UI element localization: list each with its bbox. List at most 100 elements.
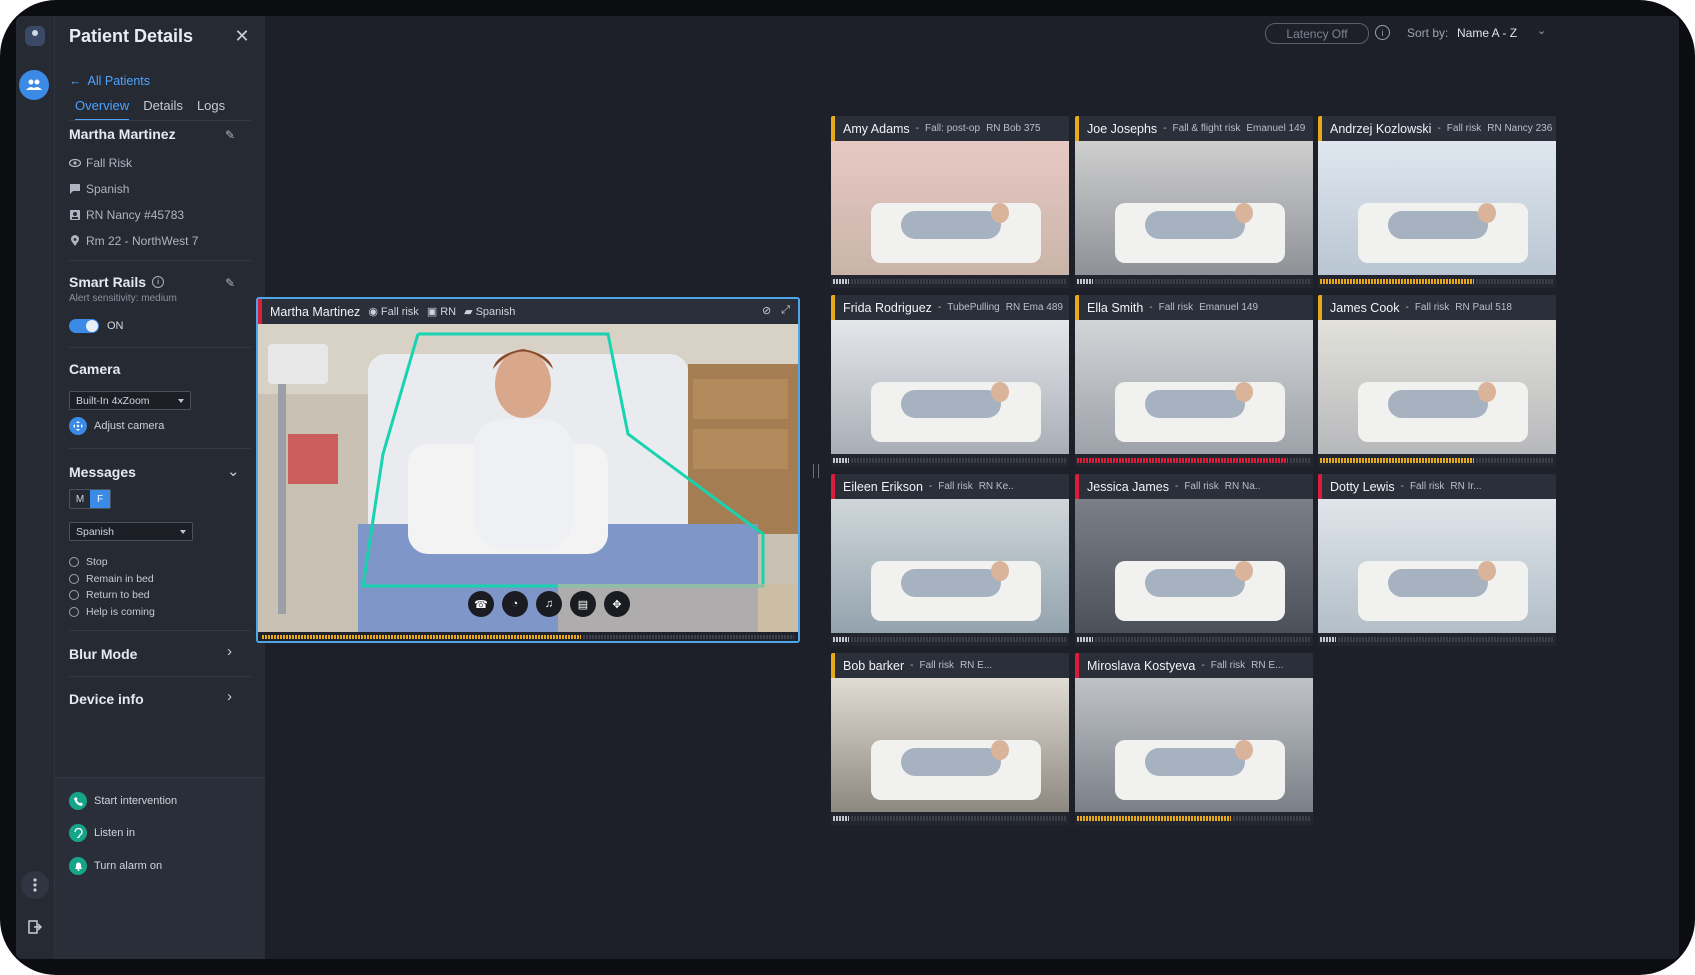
tab-overview[interactable]: Overview — [75, 98, 130, 121]
patient-tile[interactable]: Andrzej Kozlowski - Fall risk RN Nancy 236 — [1318, 116, 1556, 288]
chevron-down-icon[interactable]: ⌄ — [227, 462, 240, 480]
tile-separator: - — [1437, 123, 1441, 134]
alert-sensitivity: Alert sensitivity: medium — [69, 293, 177, 304]
patients-icon[interactable] — [19, 70, 49, 100]
gender-f-option[interactable]: F — [90, 490, 110, 508]
logout-icon[interactable] — [21, 913, 49, 941]
tile-activity-bar — [831, 812, 1069, 825]
tile-separator: - — [1163, 123, 1167, 134]
message-item-return[interactable]: Return to bed — [69, 587, 155, 604]
patient-tile[interactable]: Dotty Lewis - Fall risk RN Ir... — [1318, 474, 1556, 646]
camera-select[interactable]: Built-In 4xZoom — [69, 391, 191, 410]
patient-tile[interactable]: James Cook - Fall risk RN Paul 518 — [1318, 295, 1556, 467]
tile-separator: - — [928, 481, 933, 492]
tile-nurse: RN Paul 518 — [1455, 302, 1512, 313]
adjust-camera-button[interactable]: Adjust camera — [69, 417, 164, 435]
call-icon[interactable]: ☎ — [468, 591, 494, 617]
hide-eye-icon[interactable]: ⊘ — [762, 304, 771, 317]
tile-nurse: RN E... — [1251, 660, 1284, 671]
app-screen: Patient Details ✕ ← All Patients Overvie… — [16, 16, 1679, 959]
device-info-title[interactable]: Device info — [69, 691, 144, 707]
info-icon[interactable]: i — [152, 276, 165, 288]
tile-patient-name: Bob barker — [843, 658, 905, 673]
chevron-right-icon[interactable]: › — [227, 688, 232, 705]
tile-header: Bob barker - Fall risk RN E... — [831, 653, 1069, 678]
tile-header: Frida Rodriguez - TubePulling RN Ema 489 — [831, 295, 1069, 320]
room-label: Rm 22 - NorthWest 7 — [86, 234, 199, 248]
main-feed-activity-track — [583, 635, 794, 639]
tile-activity-bar — [831, 454, 1069, 467]
message-item-stop[interactable]: Stop — [69, 554, 155, 571]
main-feed-nurse: ▣ RN — [427, 305, 456, 319]
patient-head-shape — [991, 740, 1009, 760]
tile-patient-name: Joe Josephs — [1087, 121, 1158, 136]
patient-tile[interactable]: Jessica James - Fall risk RN Na.. — [1075, 474, 1313, 646]
latency-toggle[interactable]: Latency Off — [1265, 23, 1369, 44]
expand-icon[interactable]: ⤢ — [781, 304, 790, 317]
patient-tile[interactable]: Ella Smith - Fall risk Emanuel 149 — [1075, 295, 1313, 467]
panel-title: Patient Details — [69, 26, 194, 46]
main-video-feed[interactable]: Martha Martinez ◉ Fall risk ▣ RN ▰ Spanish … — [256, 297, 800, 643]
message-language-select[interactable]: Spanish — [69, 522, 193, 541]
tile-video — [1075, 499, 1313, 633]
divider — [69, 676, 251, 677]
message-icon[interactable]: ▤ — [570, 591, 596, 617]
all-patients-link[interactable]: ← All Patients — [69, 74, 150, 88]
patient-tile[interactable]: Frida Rodriguez - TubePulling RN Ema 489 — [831, 295, 1069, 467]
chevron-down-icon[interactable]: ⌄ — [1537, 24, 1546, 37]
tile-risk: TubePulling — [947, 302, 1000, 313]
tile-activity-bar — [831, 275, 1069, 288]
patient-tile[interactable]: Bob barker - Fall risk RN E... — [831, 653, 1069, 825]
listen-in-button[interactable]: Listen in — [69, 824, 135, 842]
edit-patient-pencil-icon[interactable]: ✎ — [225, 128, 239, 142]
sort-by-label: Sort by: — [1407, 26, 1449, 40]
sort-by-value[interactable]: Name A - Z — [1457, 26, 1517, 40]
patient-head-shape — [991, 382, 1009, 402]
fall-risk-label: Fall Risk — [86, 156, 133, 170]
patient-tile[interactable]: Miroslava Kostyeva - Fall risk RN E... — [1075, 653, 1313, 825]
blur-mode-title[interactable]: Blur Mode — [69, 646, 137, 662]
tile-separator: - — [910, 660, 914, 671]
tile-activity-bar — [1075, 633, 1313, 646]
patient-tile[interactable]: Eileen Erikson - Fall risk RN Ke.. — [831, 474, 1069, 646]
tile-activity-fill — [1320, 637, 1336, 642]
smart-rails-toggle[interactable] — [69, 319, 99, 333]
tile-patient-name: Jessica James — [1087, 479, 1169, 494]
tab-details[interactable]: Details — [143, 98, 183, 121]
chevron-right-icon[interactable]: › — [227, 643, 232, 660]
resize-handle[interactable] — [813, 464, 819, 478]
language-label: Spanish — [475, 305, 516, 318]
tile-activity-track — [1290, 458, 1311, 463]
patient-shape — [901, 569, 1001, 597]
patient-details-panel: Patient Details ✕ ← All Patients Overvie… — [55, 16, 265, 959]
patient-tile[interactable]: Joe Josephs - Fall & flight risk Emanuel 14… — [1075, 116, 1313, 288]
start-intervention-button[interactable]: Start intervention — [69, 792, 177, 810]
listen-icon[interactable]: ◔ — [502, 591, 528, 617]
message-item-remain[interactable]: Remain in bed — [69, 571, 155, 588]
message-item-help[interactable]: Help is coming — [69, 604, 155, 621]
tab-logs[interactable]: Logs — [197, 98, 225, 121]
tile-activity-track — [851, 279, 1067, 284]
tile-risk: Fall risk — [938, 481, 973, 492]
tile-nurse: Emanuel 149 — [1246, 123, 1306, 134]
info-icon[interactable]: i — [1375, 25, 1390, 40]
alarm-bell-icon[interactable]: ♫ — [536, 591, 562, 617]
patient-head-shape — [1235, 561, 1253, 581]
tile-activity-bar — [1075, 812, 1313, 825]
tile-separator: - — [1405, 302, 1409, 313]
close-icon[interactable]: ✕ — [231, 25, 253, 47]
tile-video — [831, 320, 1069, 454]
tile-activity-bar — [1318, 633, 1556, 646]
tile-header: Jessica James - Fall risk RN Na.. — [1075, 474, 1313, 499]
message-label: Return to bed — [86, 589, 150, 602]
gender-m-option[interactable]: M — [70, 490, 90, 508]
tile-separator: - — [1149, 302, 1153, 313]
patient-tile[interactable]: Amy Adams - Fall: post-op RN Bob 375 — [831, 116, 1069, 288]
more-options-icon[interactable] — [21, 871, 49, 899]
turn-alarm-on-button[interactable]: Turn alarm on — [69, 857, 162, 875]
edit-smart-rails-pencil-icon[interactable]: ✎ — [225, 276, 239, 290]
patient-shape — [901, 390, 1001, 418]
patient-shape — [901, 748, 1001, 776]
location-pin-icon — [71, 235, 79, 246]
move-camera-icon[interactable]: ✥ — [604, 591, 630, 617]
